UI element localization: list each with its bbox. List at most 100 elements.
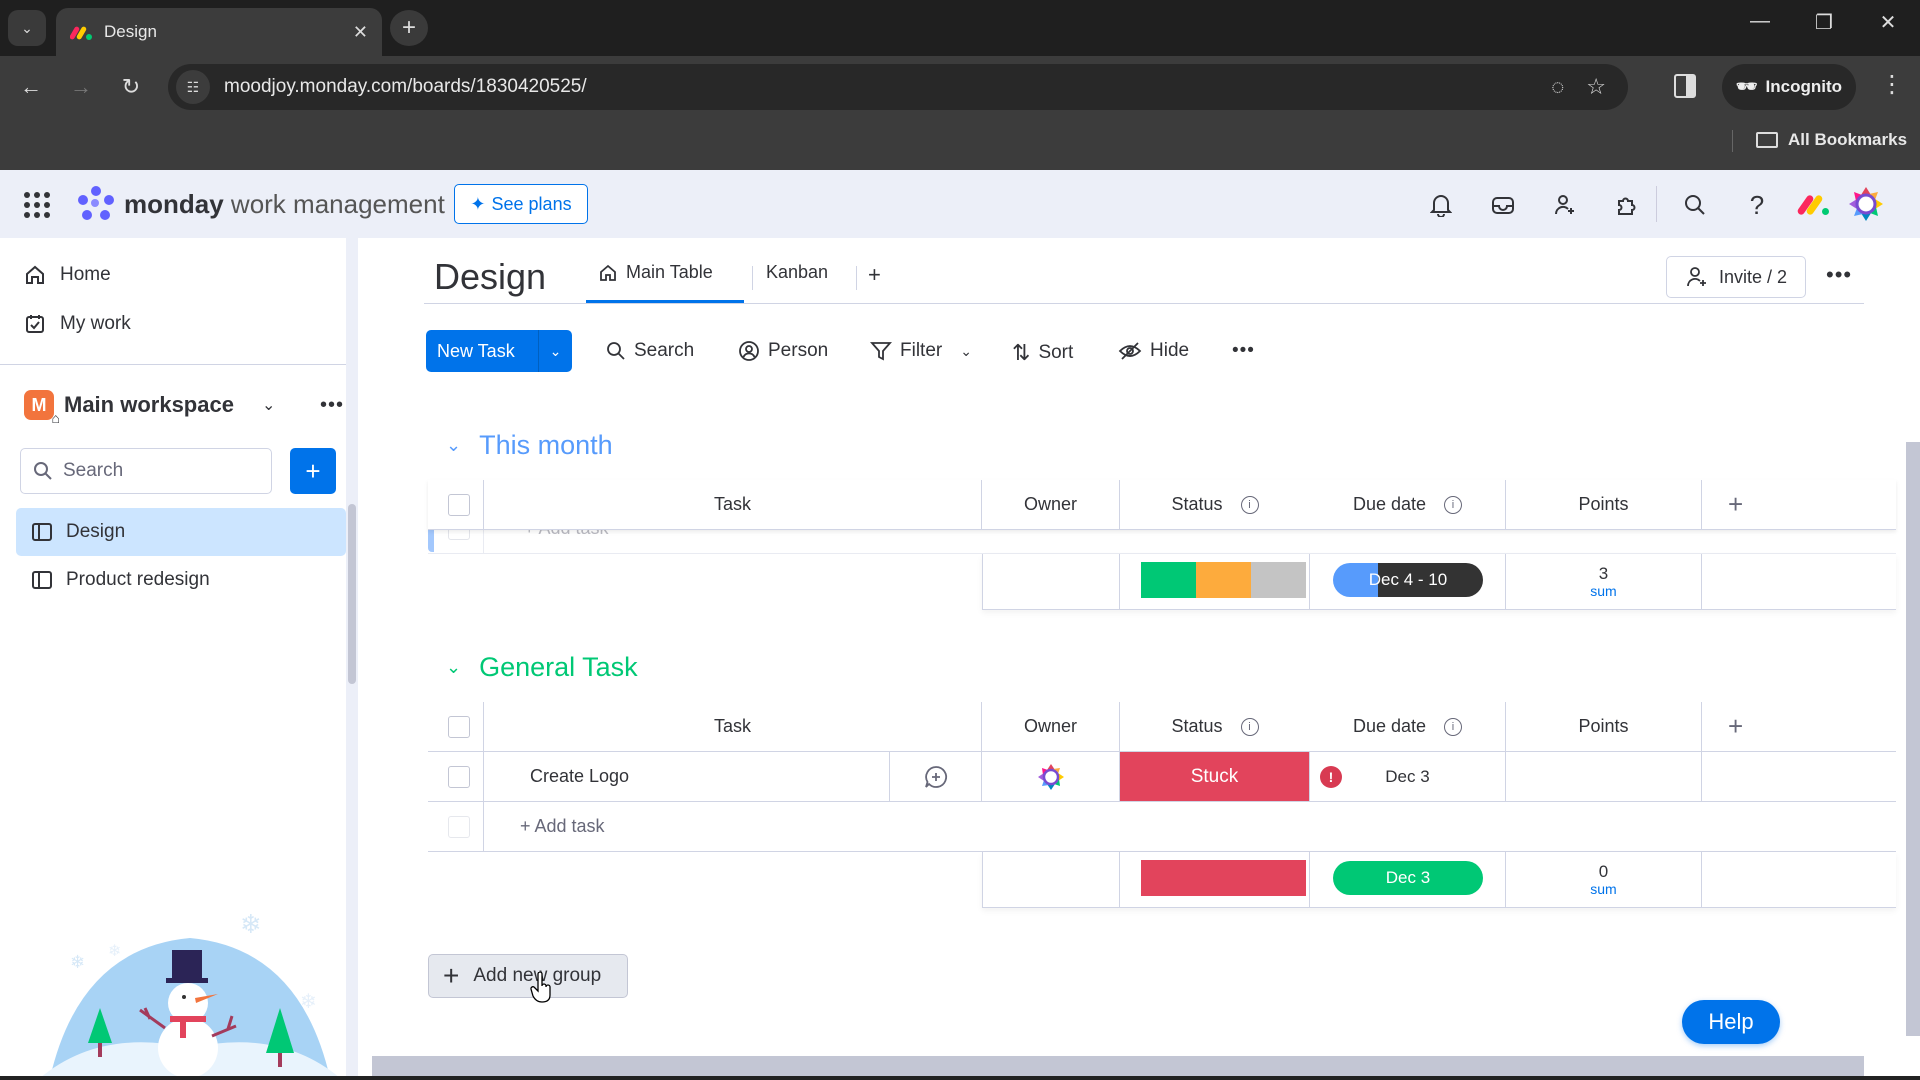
select-all-checkbox[interactable] (447, 715, 470, 738)
eye-off-icon[interactable]: ◌ (1551, 74, 1564, 100)
invite-members-icon[interactable] (1550, 190, 1580, 220)
group-title[interactable]: General Task (479, 652, 638, 683)
tab-main-table[interactable]: Main Table (598, 262, 713, 283)
site-settings-icon[interactable]: ☷ (176, 70, 210, 104)
add-column-button[interactable]: + (1702, 702, 1896, 751)
add-task-input[interactable]: + Add task (484, 802, 1084, 851)
url-text[interactable]: moodjoy.monday.com/boards/1830420525/ (224, 76, 1551, 98)
column-header-task[interactable]: Task (484, 702, 982, 751)
forward-icon[interactable]: → (64, 70, 98, 104)
sidebar-board-design[interactable]: Design (16, 508, 346, 556)
monday-products-icon[interactable] (1796, 190, 1830, 218)
sort-button[interactable]: ⇅ Sort (1012, 340, 1073, 366)
date-summary-cell[interactable]: Dec 4 - 10 (1310, 554, 1506, 609)
add-task-row[interactable]: + Add task (428, 802, 1896, 852)
status-summary-cell[interactable] (1120, 852, 1310, 907)
sidebar-item-home[interactable]: Home (24, 264, 111, 286)
tab-search-button[interactable]: ⌄ (8, 10, 46, 46)
status-cell[interactable]: Stuck (1120, 752, 1310, 801)
star-bookmark-icon[interactable]: ☆ (1586, 74, 1606, 100)
column-header-due-date[interactable]: Due date i (1310, 702, 1506, 751)
workspace-selector[interactable]: M Main workspace ⌄ ••• (24, 390, 344, 426)
chevron-down-icon[interactable]: ⌄ (262, 395, 275, 415)
chevron-down-icon[interactable]: ⌄ (446, 435, 461, 456)
chevron-down-icon[interactable]: ⌄ (538, 330, 572, 372)
side-panel-icon[interactable] (1674, 74, 1696, 98)
address-bar[interactable]: ☷ moodjoy.monday.com/boards/1830420525/ … (168, 64, 1628, 110)
add-update-button[interactable] (890, 752, 982, 801)
person-filter-button[interactable]: Person (738, 340, 828, 362)
bell-icon[interactable] (1426, 190, 1456, 220)
column-header-points[interactable]: Points (1506, 480, 1702, 529)
column-header-due-date[interactable]: Due date i (1310, 480, 1506, 529)
new-task-label[interactable]: New Task (426, 341, 538, 362)
add-column-button[interactable]: + (1702, 480, 1896, 529)
info-icon[interactable]: i (1240, 717, 1259, 736)
monday-logo[interactable]: monday work management (78, 186, 445, 222)
points-cell[interactable] (1506, 752, 1702, 801)
browser-tab-design[interactable]: Design ✕ (56, 8, 382, 56)
status-segment[interactable] (1141, 562, 1196, 598)
info-icon[interactable]: i (1444, 717, 1463, 736)
column-header-status[interactable]: Status i (1120, 480, 1310, 529)
hide-button[interactable]: Hide (1118, 340, 1189, 362)
help-button[interactable]: Help (1682, 1000, 1780, 1044)
incognito-badge[interactable]: 🕶 Incognito (1722, 64, 1856, 110)
board-vertical-scrollbar[interactable] (1906, 442, 1920, 1036)
reload-icon[interactable]: ↻ (114, 70, 148, 104)
group-header-this-month[interactable]: ⌄ This month (446, 430, 613, 461)
search-icon[interactable] (1680, 190, 1710, 220)
add-view-button[interactable]: + (868, 262, 881, 288)
restore-icon[interactable]: ❐ (1804, 10, 1844, 35)
window-close-icon[interactable]: ✕ (1868, 10, 1908, 35)
date-summary-cell[interactable]: Dec 3 (1310, 852, 1506, 907)
new-tab-button[interactable]: + (390, 10, 428, 46)
inbox-icon[interactable] (1488, 190, 1518, 220)
browser-menu-icon[interactable]: ⋮ (1880, 70, 1904, 99)
status-summary-cell[interactable] (1120, 554, 1310, 609)
select-all-checkbox[interactable] (447, 493, 470, 516)
board-more-icon[interactable]: ••• (1826, 262, 1852, 288)
back-icon[interactable]: ← (14, 70, 48, 104)
chevron-down-icon[interactable]: ⌄ (960, 343, 972, 360)
info-icon[interactable]: i (1240, 495, 1259, 514)
sidebar-item-my-work[interactable]: My work (24, 313, 131, 335)
apps-puzzle-icon[interactable] (1612, 190, 1642, 220)
task-name-cell[interactable]: Create Logo (484, 752, 890, 801)
filter-button[interactable]: Filter ⌄ (870, 340, 972, 362)
due-date-cell[interactable]: ! Dec 3 (1310, 752, 1506, 801)
app-switcher-icon[interactable] (24, 192, 50, 218)
help-icon[interactable]: ? (1742, 190, 1772, 220)
add-board-button[interactable]: + (290, 448, 336, 494)
status-distribution-bar[interactable] (1141, 860, 1306, 896)
sidebar-board-product-redesign[interactable]: Product redesign (16, 556, 346, 604)
group-header-general-task[interactable]: ⌄ General Task (446, 652, 638, 683)
row-checkbox[interactable] (447, 815, 470, 838)
table-row[interactable]: Create Logo Stuck ! Dec 3 (428, 752, 1896, 802)
see-plans-button[interactable]: ✦ See plans (454, 184, 588, 224)
column-header-owner[interactable]: Owner (982, 702, 1120, 751)
column-header-task[interactable]: Task (484, 480, 982, 529)
all-bookmarks-button[interactable]: All Bookmarks (1756, 130, 1907, 150)
invite-button[interactable]: Invite / 2 (1666, 256, 1806, 298)
sidebar-search-input[interactable]: Search (20, 448, 272, 494)
tab-kanban[interactable]: Kanban (766, 262, 828, 283)
sidebar-scrollbar[interactable] (348, 504, 356, 684)
status-segment[interactable] (1141, 860, 1306, 896)
chevron-down-icon[interactable]: ⌄ (446, 657, 461, 678)
user-avatar[interactable] (1846, 184, 1886, 224)
search-button[interactable]: Search (606, 340, 694, 362)
info-icon[interactable]: i (1444, 495, 1463, 514)
status-segment[interactable] (1196, 562, 1251, 598)
column-header-points[interactable]: Points (1506, 702, 1702, 751)
workspace-more-icon[interactable]: ••• (320, 394, 344, 417)
add-new-group-button[interactable]: + Add new group (428, 954, 628, 998)
timeline-range-pill[interactable]: Dec 4 - 10 (1333, 563, 1483, 597)
minimize-icon[interactable]: — (1740, 10, 1780, 33)
column-header-owner[interactable]: Owner (982, 480, 1120, 529)
status-distribution-bar[interactable] (1141, 562, 1307, 598)
group-title[interactable]: This month (479, 430, 613, 461)
column-header-status[interactable]: Status i (1120, 702, 1310, 751)
more-toolbar-icon[interactable]: ••• (1232, 340, 1255, 362)
owner-cell[interactable] (982, 752, 1120, 801)
